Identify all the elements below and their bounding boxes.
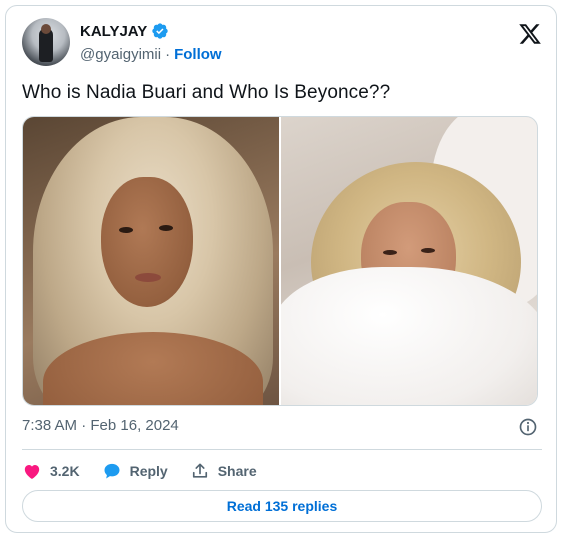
reply-bubble-icon xyxy=(104,463,120,479)
share-label: Share xyxy=(217,463,257,479)
author-handle[interactable]: @gyaigyimii xyxy=(80,46,161,63)
reply-button[interactable]: Reply xyxy=(102,461,168,481)
media-photo-right[interactable] xyxy=(281,117,537,405)
tweet-timestamp[interactable]: 7:38 AM · Feb 16, 2024 xyxy=(22,417,179,434)
share-upload-icon xyxy=(192,463,207,478)
author-handle-row: @gyaigyimii · Follow xyxy=(80,46,222,63)
read-replies-button[interactable]: Read 135 replies xyxy=(22,490,542,522)
media-photo-left[interactable] xyxy=(23,117,279,405)
tweet-header: KALYJAY @gyaigyimii · Follow xyxy=(22,18,542,72)
author-name[interactable]: KALYJAY xyxy=(80,23,147,40)
avatar[interactable] xyxy=(22,18,70,66)
likes-count: 3.2K xyxy=(50,463,80,479)
like-button[interactable]: 3.2K xyxy=(22,461,80,481)
reply-label: Reply xyxy=(129,463,168,479)
author-name-row: KALYJAY xyxy=(80,22,169,40)
x-logo-icon[interactable] xyxy=(518,22,542,46)
tweet-text: Who is Nadia Buari and Who Is Beyonce?? xyxy=(22,82,391,103)
follow-button[interactable]: Follow xyxy=(174,46,222,63)
tweet-media xyxy=(22,116,538,406)
tweet-actions: 3.2K Reply Share xyxy=(22,458,279,484)
tweet-card: KALYJAY @gyaigyimii · Follow Who is Nadi… xyxy=(5,5,557,533)
divider xyxy=(22,449,542,450)
heart-icon xyxy=(24,465,40,479)
share-button[interactable]: Share xyxy=(190,461,257,481)
info-icon[interactable] xyxy=(518,417,538,437)
verified-badge-icon xyxy=(152,23,168,39)
separator-dot: · xyxy=(165,46,171,63)
